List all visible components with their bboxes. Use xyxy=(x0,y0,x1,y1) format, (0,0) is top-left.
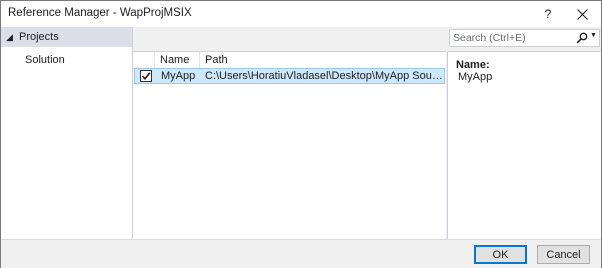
search-icon[interactable] xyxy=(576,32,588,44)
details-pane: Name: MyApp xyxy=(447,51,601,239)
column-header-path[interactable]: Path xyxy=(200,52,446,68)
nav-group-projects[interactable]: ◢ Projects xyxy=(1,27,132,47)
expanded-triangle-icon[interactable]: ◢ xyxy=(6,32,13,43)
column-header-name[interactable]: Name xyxy=(155,52,200,68)
column-header-name-label: Name xyxy=(160,54,190,66)
cancel-button[interactable]: Cancel xyxy=(537,245,590,264)
nav-item-label: Solution xyxy=(25,54,65,66)
search-box[interactable]: ▼ xyxy=(449,29,600,47)
search-input[interactable] xyxy=(453,31,571,45)
search-strip: ▼ xyxy=(133,27,601,51)
list-header: Name Path xyxy=(133,52,446,69)
detail-name-label: Name: xyxy=(456,59,490,71)
checkmark-icon xyxy=(141,72,151,81)
detail-name-value: MyApp xyxy=(458,71,493,83)
window-title: Reference Manager - WapProjMSIX xyxy=(8,7,192,19)
reference-manager-dialog: Reference Manager - WapProjMSIX ? ◢ Proj… xyxy=(0,0,602,268)
table-row[interactable]: MyApp C:\Users\HoratiuVladasel\Desktop\M… xyxy=(134,68,445,84)
close-button[interactable] xyxy=(567,1,597,27)
category-nav: ◢ Projects Solution xyxy=(1,27,133,239)
nav-item-solution[interactable]: Solution xyxy=(1,50,132,70)
search-options-dropdown-icon[interactable]: ▼ xyxy=(590,32,597,39)
row-path-cell: C:\Users\HoratiuVladasel\Desktop\MyApp S… xyxy=(205,70,443,82)
column-header-check[interactable] xyxy=(133,52,155,68)
reference-checkbox[interactable] xyxy=(140,70,152,82)
close-icon xyxy=(576,8,588,20)
help-label: ? xyxy=(544,7,552,21)
references-list: Name Path MyApp C:\Users\HoratiuVladasel… xyxy=(133,51,446,240)
title-bar: Reference Manager - WapProjMSIX ? xyxy=(1,1,601,27)
dialog-footer: OK Cancel xyxy=(1,239,601,268)
help-button[interactable]: ? xyxy=(533,1,563,27)
row-name-cell: MyApp xyxy=(161,70,196,82)
nav-group-label: Projects xyxy=(19,31,59,43)
ok-button[interactable]: OK xyxy=(474,245,527,264)
column-header-path-label: Path xyxy=(205,54,228,66)
